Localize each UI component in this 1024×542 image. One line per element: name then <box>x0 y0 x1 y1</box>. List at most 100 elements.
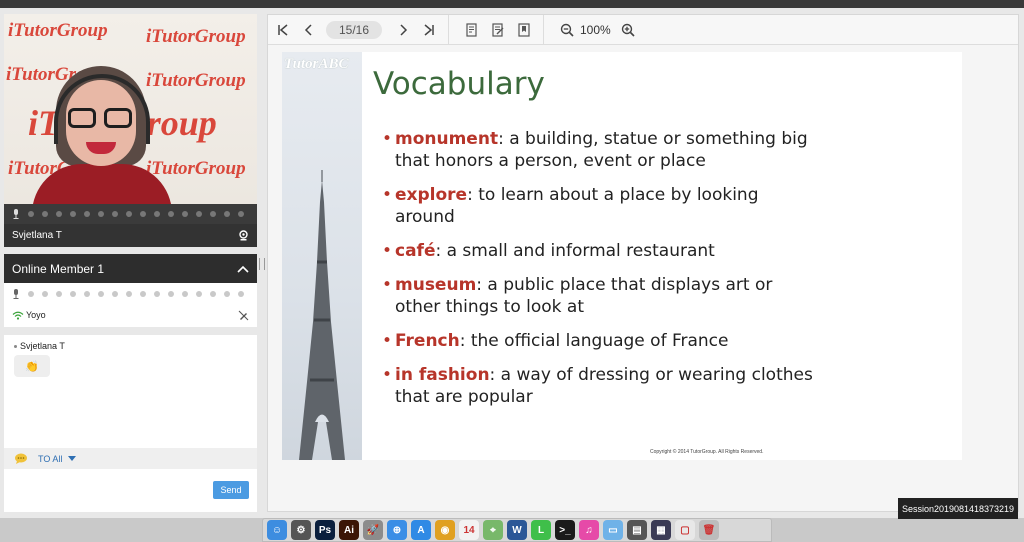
document-list-icon <box>466 22 477 37</box>
slide-copyright: Copyright © 2014 TutorGroup. All Rights … <box>650 449 764 455</box>
pencil-off-icon[interactable] <box>238 310 249 321</box>
trash-icon[interactable]: 🗑 <box>699 520 719 540</box>
window-top-bar <box>0 0 1024 8</box>
window-thumbnail-icon[interactable]: ▢ <box>675 520 695 540</box>
document-edit-icon <box>492 22 504 37</box>
app-store-icon[interactable]: A <box>411 520 431 540</box>
viewer-toolbar: 15/16 100% <box>268 14 1018 45</box>
document-icon[interactable]: ▤ <box>627 520 647 540</box>
vocabulary-term: French <box>395 331 460 351</box>
slide-brand-logo: TutorABC <box>284 56 349 72</box>
volume-level-dot <box>154 211 160 217</box>
volume-level-dot <box>98 291 104 297</box>
chevron-up-icon[interactable] <box>237 265 249 273</box>
chat-recipient-bar: TO All <box>4 448 257 469</box>
vocabulary-term: museum <box>395 275 477 295</box>
vocabulary-item: monument: a building, statue or somethin… <box>382 128 822 172</box>
vocabulary-definition: : the official language of France <box>459 331 729 351</box>
volume-level-dot <box>56 291 62 297</box>
chat-bubble-icon <box>15 453 27 464</box>
background-logo-text: iTutorGroup <box>146 158 246 179</box>
volume-level-dot <box>210 291 216 297</box>
volume-level-dot <box>28 291 34 297</box>
document-edit-button[interactable] <box>487 19 509 41</box>
screen-thumbnail-icon[interactable]: ▦ <box>651 520 671 540</box>
teacher-video: iTutorGroup iTutorGroup iTutorGroup iTut… <box>4 14 257 204</box>
finder-icon[interactable]: ☺ <box>267 520 287 540</box>
page-indicator[interactable]: 15/16 <box>326 20 382 39</box>
volume-level-dot <box>168 211 174 217</box>
teacher-audio-meter <box>4 204 257 224</box>
volume-level-dot <box>182 211 188 217</box>
document-list-button[interactable] <box>461 19 483 41</box>
panel-resize-handle[interactable] <box>259 258 265 270</box>
terminal-icon[interactable]: >_ <box>555 520 575 540</box>
background-logo-text: iTutorGroup <box>8 20 108 41</box>
eiffel-tower-illustration <box>299 170 345 460</box>
online-members-header[interactable]: Online Member 1 <box>4 254 257 283</box>
teacher-name: Svjetlana T <box>12 230 62 241</box>
member-row[interactable]: Yoyo <box>4 305 257 325</box>
zoom-out-icon <box>560 23 574 37</box>
chat-input-area[interactable]: Send <box>4 469 257 512</box>
volume-level-dot <box>238 211 244 217</box>
itunes-icon[interactable]: ♫ <box>579 520 599 540</box>
chat-sender-name: Svjetlana T <box>20 341 65 351</box>
volume-level-dot <box>126 211 132 217</box>
microphone-icon <box>13 289 19 299</box>
members-list: Yoyo <box>4 283 257 327</box>
folder-icon[interactable]: ▭ <box>603 520 623 540</box>
caret-down-icon <box>68 456 77 461</box>
toolbar-divider <box>543 14 544 45</box>
volume-level-dot <box>196 211 202 217</box>
bullet-icon <box>14 344 17 348</box>
microphone-icon <box>13 209 19 219</box>
last-page-button[interactable] <box>418 19 440 41</box>
background-logo-text: iTutorGroup <box>146 26 246 47</box>
zoom-in-button[interactable] <box>617 19 639 41</box>
send-button[interactable]: Send <box>213 481 249 499</box>
volume-level-dot <box>210 211 216 217</box>
vocabulary-definition: : a small and informal restaurant <box>435 241 715 261</box>
webcam-icon[interactable] <box>238 230 249 241</box>
vocabulary-term: explore <box>395 185 468 205</box>
vocabulary-term: café <box>395 241 436 261</box>
launchpad-icon[interactable]: 🚀 <box>363 520 383 540</box>
zoom-out-button[interactable] <box>556 19 578 41</box>
next-page-button[interactable] <box>392 19 414 41</box>
vocabulary-item: museum: a public place that displays art… <box>382 274 822 318</box>
previous-page-button[interactable] <box>298 19 320 41</box>
vocabulary-item: café: a small and informal restaurant <box>382 240 822 262</box>
calendar-icon[interactable]: 14 <box>459 520 479 540</box>
wifi-signal-icon <box>12 311 24 320</box>
volume-level-dot <box>42 291 48 297</box>
slide-title: Vocabulary <box>373 66 545 102</box>
volume-level-dot <box>140 291 146 297</box>
bookmark-button[interactable] <box>513 19 535 41</box>
volume-level-dot <box>238 291 244 297</box>
volume-level-dot <box>84 211 90 217</box>
recipient-select[interactable]: TO All <box>38 454 77 464</box>
classroom-app: iTutorGroup iTutorGroup iTutorGroup iTut… <box>0 8 1024 519</box>
volume-level-dot <box>56 211 62 217</box>
vocabulary-item: French: the official language of France <box>382 330 822 352</box>
photoshop-icon[interactable]: Ps <box>315 520 335 540</box>
vocabulary-list: monument: a building, statue or somethin… <box>382 128 822 420</box>
maps-icon[interactable]: ⌖ <box>483 520 503 540</box>
volume-level-dot <box>112 291 118 297</box>
system-preferences-icon[interactable]: ⚙ <box>291 520 311 540</box>
glasses <box>68 108 134 128</box>
safari-icon[interactable]: ⊕ <box>387 520 407 540</box>
illustrator-icon[interactable]: Ai <box>339 520 359 540</box>
background-logo-text: iTutorGroup <box>146 70 246 91</box>
volume-level-dot <box>112 211 118 217</box>
chrome-icon[interactable]: ◉ <box>435 520 455 540</box>
chat-panel: Svjetlana T 👏 <box>4 335 257 453</box>
word-icon[interactable]: W <box>507 520 527 540</box>
macos-dock: ☺ ⚙ Ps Ai 🚀 ⊕ A ◉ 14 ⌖ W L >_ ♫ ▭ ▤ ▦ ▢ 🗑 <box>262 518 772 542</box>
volume-level-dot <box>84 291 90 297</box>
zoom-in-icon <box>621 23 635 37</box>
first-page-button[interactable] <box>272 19 294 41</box>
volume-level-dot <box>98 211 104 217</box>
line-icon[interactable]: L <box>531 520 551 540</box>
